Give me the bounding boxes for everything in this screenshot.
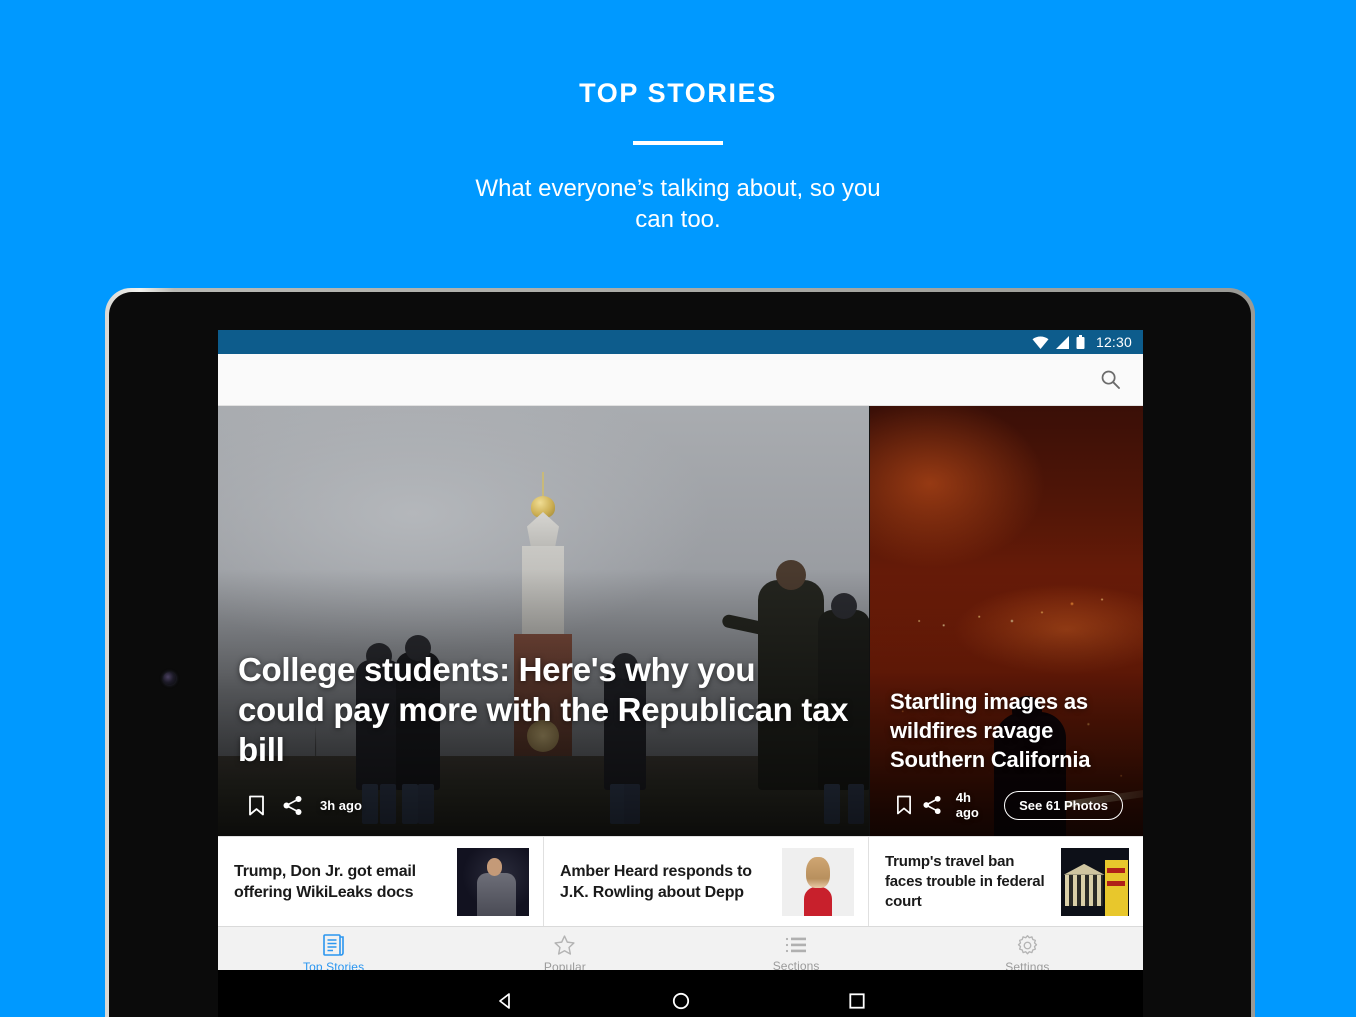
title-divider xyxy=(633,141,723,145)
tab-label: Sections xyxy=(772,959,820,970)
story-cards-row: Trump, Don Jr. got email offering WikiLe… xyxy=(218,836,1143,926)
card-title: Trump's travel ban faces trouble in fede… xyxy=(885,852,1045,910)
man-in-suit-thumbnail xyxy=(457,847,529,916)
recents-square-icon[interactable] xyxy=(842,986,872,1016)
search-icon[interactable] xyxy=(1095,365,1125,395)
tab-label: Top Stories xyxy=(303,960,365,970)
back-triangle-icon[interactable] xyxy=(490,986,520,1016)
camera-lens-icon xyxy=(163,672,176,685)
hero-main-actions: 3h ago xyxy=(238,790,849,820)
app-toolbar xyxy=(218,354,1143,406)
promo-subtitle: What everyone’s talking about, so you ca… xyxy=(475,175,881,233)
star-icon xyxy=(554,934,575,955)
tab-popular[interactable]: Popular xyxy=(449,927,680,970)
hero-side-headline: Startling images as wildfires ravage Sou… xyxy=(890,689,1091,772)
share-icon[interactable] xyxy=(274,790,310,820)
list-icon xyxy=(786,937,807,953)
signal-icon xyxy=(1055,335,1069,349)
list-item[interactable]: Trump's travel ban faces trouble in fede… xyxy=(869,837,1143,926)
supreme-court-protest-thumbnail xyxy=(1061,847,1129,916)
article-icon xyxy=(322,934,344,956)
status-bar: 12:30 xyxy=(218,330,1143,354)
tab-label: Popular xyxy=(543,959,586,971)
see-photos-button[interactable]: See 61 Photos xyxy=(1004,790,1124,820)
bookmark-icon[interactable] xyxy=(890,790,918,820)
android-navigation-bar xyxy=(218,970,1143,1017)
bottom-tab-bar: Top Stories Popular Sections Settings xyxy=(218,926,1143,970)
tab-label: Settings xyxy=(1005,959,1050,971)
gear-icon xyxy=(1017,934,1038,954)
promo-header: TOP STORIES What everyone’s talking abou… xyxy=(0,0,1356,280)
tab-settings[interactable]: Settings xyxy=(912,927,1143,970)
hero-side-actions: 4h ago See 61 Photos xyxy=(890,790,1124,820)
hero-main-timestamp: 3h ago xyxy=(320,797,362,813)
device-screen: 12:30 College students: Here's why you c… xyxy=(218,330,1143,970)
hero-main-headline: College students: Here's why you could p… xyxy=(238,651,849,768)
woman-red-dress-thumbnail xyxy=(782,847,854,916)
status-bar-clock: 12:30 xyxy=(1095,334,1132,350)
hero-story-main[interactable]: College students: Here's why you could p… xyxy=(218,406,869,836)
hero-stories-row: College students: Here's why you could p… xyxy=(218,406,1143,836)
card-title: Amber Heard responds to J.K. Rowling abo… xyxy=(560,862,752,901)
wifi-icon xyxy=(1032,335,1049,349)
tab-sections[interactable]: Sections xyxy=(681,927,912,970)
list-item[interactable]: Amber Heard responds to J.K. Rowling abo… xyxy=(544,837,869,926)
hero-story-side[interactable]: Startling images as wildfires ravage Sou… xyxy=(869,406,1143,836)
home-circle-icon[interactable] xyxy=(666,986,696,1016)
tab-top-stories[interactable]: Top Stories xyxy=(218,927,449,970)
list-item[interactable]: Trump, Don Jr. got email offering WikiLe… xyxy=(218,837,544,926)
bookmark-icon[interactable] xyxy=(238,790,274,820)
battery-icon xyxy=(1076,335,1085,349)
share-icon[interactable] xyxy=(918,790,946,820)
card-title: Trump, Don Jr. got email offering WikiLe… xyxy=(234,862,416,901)
page-title: TOP STORIES xyxy=(579,78,777,108)
hero-side-timestamp: 4h ago xyxy=(955,790,979,820)
tablet-device-frame: 12:30 College students: Here's why you c… xyxy=(105,288,1255,1017)
tablet-bezel: 12:30 College students: Here's why you c… xyxy=(109,292,1251,1017)
